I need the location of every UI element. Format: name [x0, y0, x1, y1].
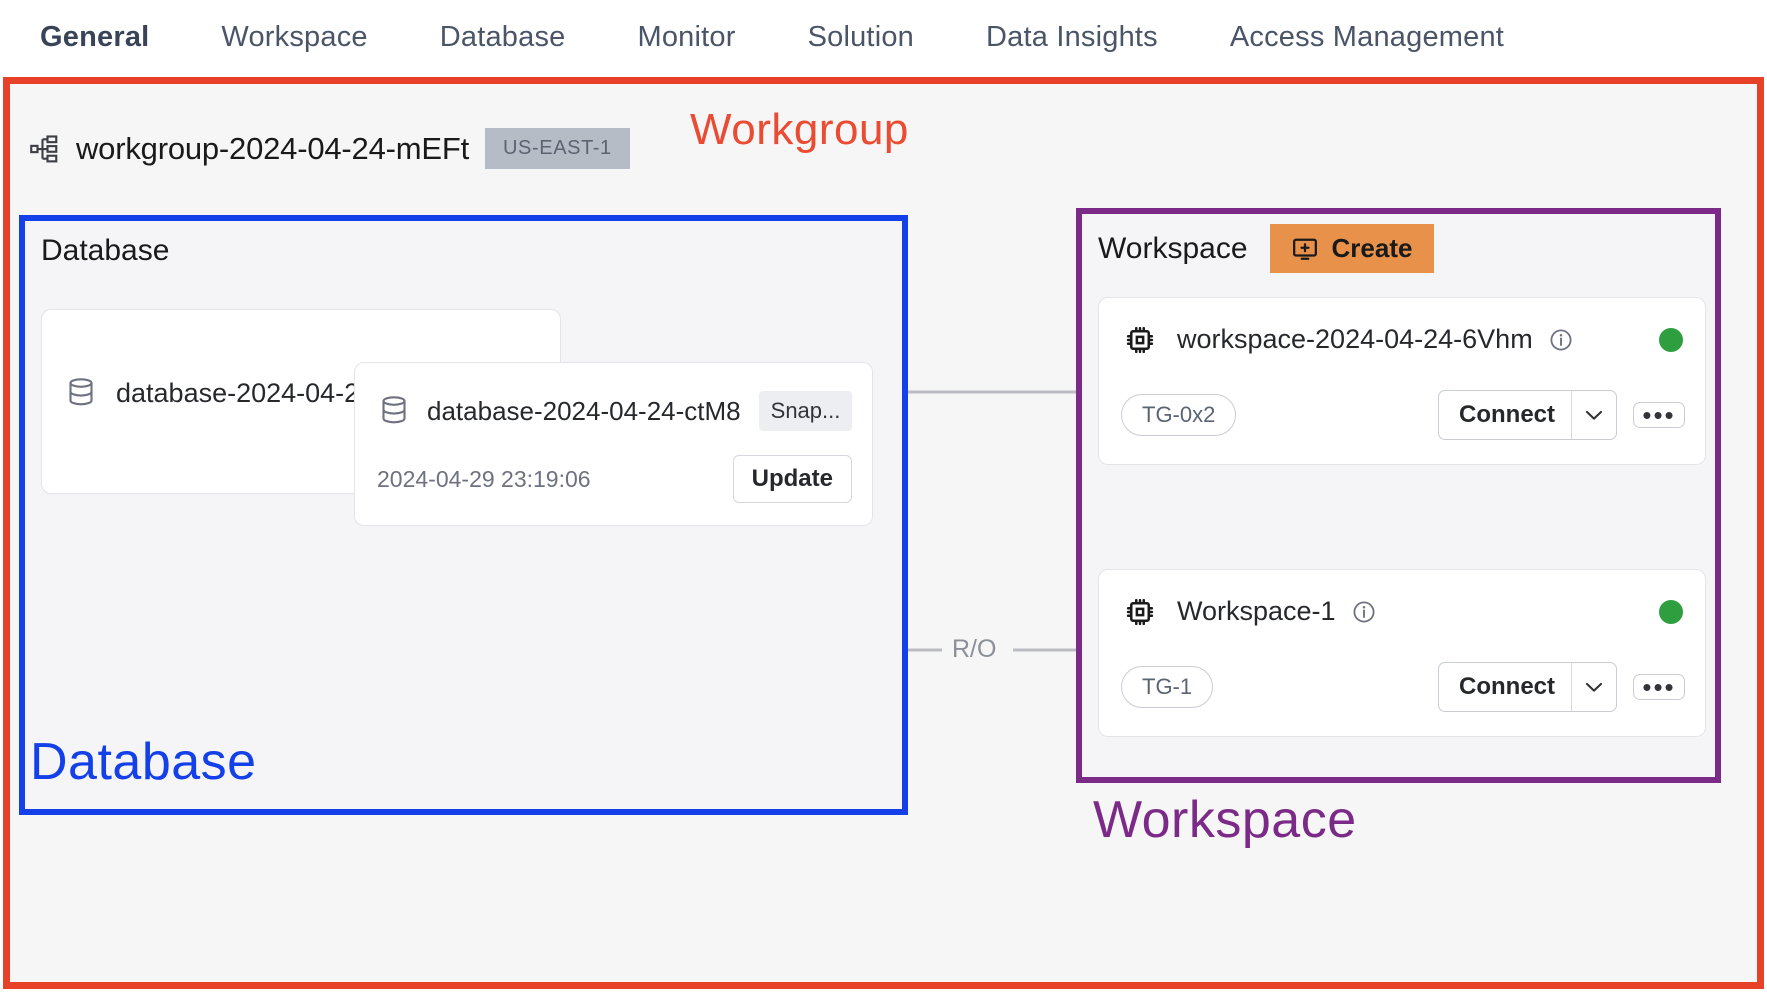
- workspace-card-top-row: Workspace-1: [1125, 596, 1683, 627]
- workgroup-name: workgroup-2024-04-24-mEFt: [76, 131, 469, 167]
- snapshot-update-button[interactable]: Update: [733, 455, 852, 503]
- database-panel-title: Database: [41, 234, 169, 268]
- tab-workspace[interactable]: Workspace: [221, 21, 367, 54]
- workspace-card[interactable]: Workspace-1 TG-1 Connect •••: [1098, 569, 1706, 737]
- workspace-panel-title: Workspace: [1098, 232, 1248, 266]
- snapshot-top-row: database-2024-04-24-ctM8 Snap...: [381, 391, 852, 431]
- database-icon: [381, 396, 407, 426]
- workspace-name: workspace-2024-04-24-6Vhm: [1177, 324, 1533, 355]
- workspace-connect-button[interactable]: Connect: [1439, 663, 1571, 711]
- workspace-card-top-row: workspace-2024-04-24-6Vhm: [1125, 324, 1683, 355]
- workspace-card-bottom-row: TG-0x2 Connect •••: [1121, 390, 1685, 440]
- workspace-status-indicator: [1659, 328, 1683, 352]
- workspace-connect-dropdown[interactable]: [1571, 391, 1616, 439]
- create-workspace-label: Create: [1332, 233, 1413, 264]
- workspace-tag: TG-1: [1121, 666, 1213, 708]
- workspace-status-indicator: [1659, 600, 1683, 624]
- workspace-more-button[interactable]: •••: [1633, 674, 1685, 700]
- database-snapshot-card[interactable]: database-2024-04-24-ctM8 Snap... 2024-04…: [354, 362, 873, 526]
- workspace-connect-group: Connect: [1438, 662, 1617, 712]
- workspace-connect-dropdown[interactable]: [1571, 663, 1616, 711]
- tab-general[interactable]: General: [40, 21, 149, 54]
- workspace-panel: Workspace Create workspace-2024-04-24-6V…: [1076, 208, 1721, 783]
- top-tab-bar: General Workspace Database Monitor Solut…: [0, 0, 1767, 75]
- workspace-connect-group: Connect: [1438, 390, 1617, 440]
- workgroup-header: workgroup-2024-04-24-mEFt US-EAST-1: [30, 128, 630, 169]
- chevron-down-icon: [1585, 682, 1603, 693]
- snapshot-timestamp: 2024-04-29 23:19:06: [377, 466, 591, 493]
- chip-icon: [1125, 597, 1155, 627]
- snapshot-name: database-2024-04-24-ctM8: [427, 396, 741, 427]
- snapshot-badge: Snap...: [759, 391, 853, 431]
- add-display-icon: [1292, 236, 1318, 262]
- workspace-card[interactable]: workspace-2024-04-24-6Vhm TG-0x2 Connect…: [1098, 297, 1706, 465]
- connector-label-ro: R/O: [952, 635, 996, 664]
- chip-icon: [1125, 325, 1155, 355]
- workspace-more-button[interactable]: •••: [1633, 402, 1685, 428]
- database-icon: [68, 378, 94, 408]
- snapshot-bottom-row: 2024-04-29 23:19:06 Update: [377, 455, 852, 503]
- workspace-name: Workspace-1: [1177, 596, 1336, 627]
- workspace-card-bottom-row: TG-1 Connect •••: [1121, 662, 1685, 712]
- workspace-connect-button[interactable]: Connect: [1439, 391, 1571, 439]
- create-workspace-button[interactable]: Create: [1270, 224, 1435, 273]
- tab-database[interactable]: Database: [440, 21, 566, 54]
- tab-solution[interactable]: Solution: [808, 21, 914, 54]
- region-badge: US-EAST-1: [485, 128, 630, 169]
- tab-data-insights[interactable]: Data Insights: [986, 21, 1158, 54]
- tab-monitor[interactable]: Monitor: [637, 21, 735, 54]
- chevron-down-icon: [1585, 410, 1603, 421]
- info-icon[interactable]: [1352, 600, 1376, 624]
- workspace-tag: TG-0x2: [1121, 394, 1236, 436]
- workspace-panel-header: Workspace Create: [1098, 224, 1434, 273]
- tab-access-management[interactable]: Access Management: [1230, 21, 1504, 54]
- info-icon[interactable]: [1549, 328, 1573, 352]
- sitemap-icon: [30, 134, 60, 164]
